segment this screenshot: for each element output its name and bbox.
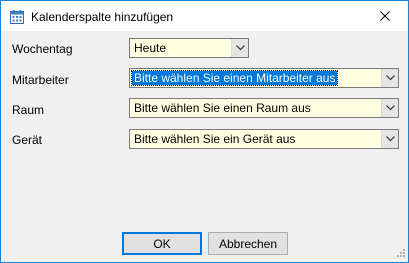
room-label: Raum: [12, 103, 45, 117]
device-value: Bitte wählen Sie ein Gerät aus: [134, 132, 296, 146]
room-value: Bitte wählen Sie einen Raum aus: [134, 101, 311, 115]
device-label: Gerät: [12, 133, 43, 147]
cancel-button[interactable]: Abbrechen: [208, 232, 288, 255]
chevron-down-icon: [385, 75, 395, 81]
chevron-down-icon: [235, 45, 245, 51]
weekday-dropdown-button[interactable]: [231, 39, 248, 57]
device-dropdown-button[interactable]: [381, 130, 398, 148]
chevron-down-icon: [385, 105, 395, 111]
calendar-icon: [9, 9, 25, 25]
weekday-label: Wochentag: [12, 42, 73, 56]
employee-select[interactable]: Bitte wählen Sie einen Mitarbeiter aus: [129, 68, 399, 88]
dialog-window: Kalenderspalte hinzufügen Wochentag Heut…: [0, 0, 409, 263]
ok-button[interactable]: OK: [122, 232, 202, 255]
chevron-down-icon: [385, 136, 395, 142]
device-select[interactable]: Bitte wählen Sie ein Gerät aus: [129, 129, 399, 149]
window-title: Kalenderspalte hinzufügen: [31, 10, 174, 24]
employee-label: Mitarbeiter: [12, 73, 69, 87]
resize-grip-icon[interactable]: [394, 248, 406, 260]
room-dropdown-button[interactable]: [381, 99, 398, 117]
room-select[interactable]: Bitte wählen Sie einen Raum aus: [129, 98, 399, 118]
title-bar[interactable]: Kalenderspalte hinzufügen: [1, 1, 408, 31]
employee-value: Bitte wählen Sie einen Mitarbeiter aus: [130, 70, 339, 86]
weekday-select[interactable]: Heute: [129, 38, 249, 58]
employee-dropdown-button[interactable]: [381, 69, 398, 87]
weekday-value: Heute: [134, 41, 167, 55]
close-icon: [380, 11, 390, 21]
close-button[interactable]: [362, 1, 408, 31]
